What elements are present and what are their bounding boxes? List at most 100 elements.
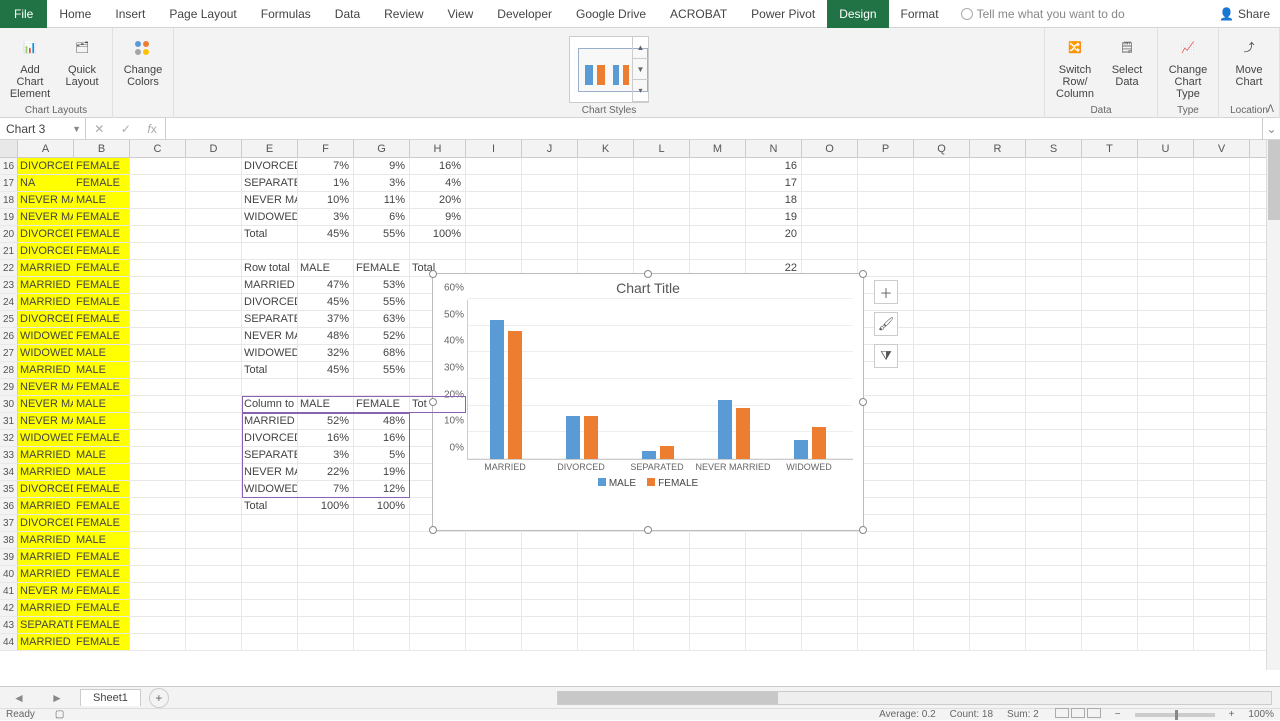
- cell[interactable]: [298, 532, 354, 548]
- row-header[interactable]: 16: [0, 158, 18, 174]
- cell[interactable]: 19: [746, 209, 802, 225]
- cell[interactable]: [1026, 209, 1082, 225]
- cell[interactable]: 12%: [354, 481, 410, 497]
- cell[interactable]: [802, 243, 858, 259]
- cell[interactable]: Total: [242, 362, 298, 378]
- cell[interactable]: [690, 192, 746, 208]
- cell[interactable]: [1082, 226, 1138, 242]
- cell[interactable]: [1082, 481, 1138, 497]
- quick-layout-button[interactable]: 🗂 Quick Layout: [58, 34, 106, 88]
- cell[interactable]: [186, 396, 242, 412]
- cell[interactable]: [746, 634, 802, 650]
- cell[interactable]: [1138, 345, 1194, 361]
- cell[interactable]: [802, 192, 858, 208]
- cell[interactable]: [578, 158, 634, 174]
- cell[interactable]: [858, 600, 914, 616]
- resize-handle[interactable]: [429, 398, 437, 406]
- cell[interactable]: [130, 260, 186, 276]
- cell[interactable]: [186, 226, 242, 242]
- cell[interactable]: MALE: [298, 396, 354, 412]
- cell[interactable]: [242, 617, 298, 633]
- col-header-F[interactable]: F: [298, 140, 354, 157]
- chart-elements-button[interactable]: ＋: [874, 280, 898, 304]
- cell[interactable]: MALE: [74, 362, 130, 378]
- cell[interactable]: [970, 430, 1026, 446]
- cell[interactable]: [298, 549, 354, 565]
- table-row[interactable]: 21DIVORCEDFEMALE: [0, 243, 1280, 260]
- cell[interactable]: [914, 277, 970, 293]
- cell[interactable]: [970, 158, 1026, 174]
- cell[interactable]: [1026, 396, 1082, 412]
- col-header-T[interactable]: T: [1082, 140, 1138, 157]
- cell[interactable]: FEMALE: [74, 158, 130, 174]
- cell[interactable]: [1082, 175, 1138, 191]
- cell[interactable]: [466, 192, 522, 208]
- cell[interactable]: [466, 634, 522, 650]
- col-header-V[interactable]: V: [1194, 140, 1250, 157]
- cell[interactable]: FEMALE: [74, 481, 130, 497]
- cell[interactable]: NEVER MA: [18, 192, 74, 208]
- resize-handle[interactable]: [859, 270, 867, 278]
- col-header-N[interactable]: N: [746, 140, 802, 157]
- cell[interactable]: [634, 617, 690, 633]
- cell[interactable]: [1026, 634, 1082, 650]
- row-header[interactable]: 40: [0, 566, 18, 582]
- row-header[interactable]: 30: [0, 396, 18, 412]
- cell[interactable]: SEPARATE: [242, 175, 298, 191]
- cell[interactable]: [522, 566, 578, 582]
- cancel-icon[interactable]: ✕: [94, 122, 104, 136]
- cell[interactable]: [970, 226, 1026, 242]
- cell[interactable]: [970, 515, 1026, 531]
- row-header[interactable]: 22: [0, 260, 18, 276]
- cell[interactable]: [802, 209, 858, 225]
- cell[interactable]: [1082, 328, 1138, 344]
- cell[interactable]: 45%: [298, 294, 354, 310]
- column-headers[interactable]: ABCDEFGHIJKLMNOPQRSTUV: [0, 140, 1280, 158]
- cell[interactable]: 7%: [298, 158, 354, 174]
- add-sheet-button[interactable]: +: [149, 688, 169, 708]
- cell[interactable]: [1138, 379, 1194, 395]
- cell[interactable]: FEMALE: [74, 634, 130, 650]
- cell[interactable]: [914, 396, 970, 412]
- cell[interactable]: MARRIED: [18, 447, 74, 463]
- cell[interactable]: [1138, 481, 1194, 497]
- cell[interactable]: [1194, 362, 1250, 378]
- cell[interactable]: [186, 277, 242, 293]
- cell[interactable]: [802, 617, 858, 633]
- tab-home[interactable]: Home: [47, 0, 103, 28]
- table-row[interactable]: 18NEVER MAMALENEVER MA10%11%20%18: [0, 192, 1280, 209]
- cell[interactable]: [970, 413, 1026, 429]
- row-header[interactable]: 18: [0, 192, 18, 208]
- cell[interactable]: [186, 617, 242, 633]
- cell[interactable]: [186, 447, 242, 463]
- col-header-J[interactable]: J: [522, 140, 578, 157]
- cell[interactable]: [522, 634, 578, 650]
- cell[interactable]: 100%: [354, 498, 410, 514]
- cell[interactable]: [130, 413, 186, 429]
- cell[interactable]: [1026, 362, 1082, 378]
- cell[interactable]: [1082, 260, 1138, 276]
- cell[interactable]: [1082, 532, 1138, 548]
- share-button[interactable]: 👤 Share: [1219, 7, 1270, 21]
- cell[interactable]: FEMALE: [74, 328, 130, 344]
- cell[interactable]: [354, 634, 410, 650]
- cell[interactable]: MALE: [74, 396, 130, 412]
- cell[interactable]: [970, 345, 1026, 361]
- cell[interactable]: FEMALE: [74, 549, 130, 565]
- cell[interactable]: [914, 226, 970, 242]
- cell[interactable]: [1026, 328, 1082, 344]
- col-header-D[interactable]: D: [186, 140, 242, 157]
- cell[interactable]: [186, 345, 242, 361]
- row-header[interactable]: 17: [0, 175, 18, 191]
- cell[interactable]: [746, 532, 802, 548]
- cell[interactable]: [242, 583, 298, 599]
- cell[interactable]: [1138, 430, 1194, 446]
- cell[interactable]: [1138, 158, 1194, 174]
- cell[interactable]: [1026, 243, 1082, 259]
- cell[interactable]: [914, 345, 970, 361]
- cell[interactable]: [130, 617, 186, 633]
- resize-handle[interactable]: [859, 398, 867, 406]
- zoom-slider[interactable]: [1135, 713, 1215, 717]
- cell[interactable]: [130, 175, 186, 191]
- cell[interactable]: [578, 532, 634, 548]
